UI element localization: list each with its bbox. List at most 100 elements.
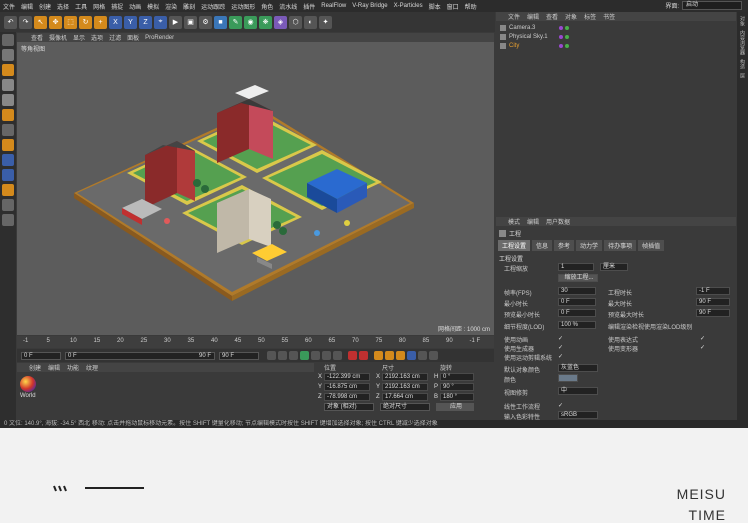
light-icon[interactable]: ✦ [319,15,332,29]
menu-item[interactable]: 雕刻 [183,2,195,11]
timeline-menu-icon[interactable] [429,351,438,360]
menu-item[interactable]: X-Particles [394,3,423,9]
autokey-icon[interactable] [359,351,368,360]
rotate-tool-icon[interactable]: ↻ [79,15,92,29]
menu-item[interactable]: 文件 [3,2,15,11]
camera-icon[interactable]: ◐ [304,15,317,29]
object-menu-item[interactable]: 对象 [565,12,577,21]
object-menu-item[interactable]: 编辑 [527,12,539,21]
last-tool-icon[interactable]: + [94,15,107,29]
object-menu-item[interactable]: 标签 [584,12,596,21]
timeline-ruler[interactable]: -1 5 10 15 20 25 30 35 40 45 50 55 60 65 70 75 80 85 90 -1 … [17,336,494,348]
attribute-tab[interactable]: 信息 [532,240,553,251]
render-dot-icon[interactable] [565,43,569,48]
menu-item[interactable]: V-Ray Bridge [352,3,387,9]
position-field[interactable]: -122.399 cm [324,373,370,381]
edges-mode-icon[interactable] [2,94,14,106]
subdivision-icon[interactable]: ◉ [244,15,257,29]
material-menu-item[interactable]: 功能 [67,363,79,372]
menu-item[interactable]: RealFlow [321,3,346,9]
render-picture-viewer-icon[interactable]: ▣ [184,15,197,29]
prev-key-icon[interactable] [278,351,287,360]
menu-item[interactable]: 模拟 [147,2,159,11]
menu-item[interactable]: 流水线 [279,2,297,11]
object-row[interactable]: Camera.3 [496,23,736,32]
rotation-field[interactable]: 90 ° [440,383,474,391]
scale-tool-icon[interactable]: ⬚ [64,15,77,29]
scale-field[interactable]: 1 [558,263,594,271]
menu-item[interactable]: 脚本 [429,2,441,11]
redo-icon[interactable]: ↷ [19,15,32,29]
apply-button[interactable]: 应用 [436,403,474,411]
select-tool-icon[interactable]: ↖ [34,15,47,29]
cube-icon[interactable]: ■ [214,15,227,29]
check-motion-box[interactable]: ✓ [558,353,563,360]
render-dot-icon[interactable] [565,25,569,30]
check-expression-box[interactable]: ✓ [700,335,705,342]
deformer-icon[interactable]: ◈ [274,15,287,29]
min-time-field[interactable]: 0 F [558,298,596,306]
solo-icon[interactable] [2,184,14,196]
menu-item[interactable]: 运动图形 [231,2,255,11]
grid-icon[interactable] [2,214,14,226]
attribute-menu-item[interactable]: 编辑 [527,217,539,226]
menu-item[interactable]: 渲染 [165,2,177,11]
lod-field[interactable]: 100 % [558,321,596,329]
coordinate-system-icon[interactable]: ⌖ [154,15,167,29]
render-dot-icon[interactable] [565,34,569,39]
visibility-dot-icon[interactable] [559,25,563,30]
preview-min-field[interactable]: 0 F [558,309,596,317]
tweak-icon[interactable] [2,169,14,181]
menu-item[interactable]: 动画 [129,2,141,11]
range-slider[interactable]: 0 F 90 F [65,351,215,360]
next-frame-icon[interactable] [311,351,320,360]
menu-item[interactable]: 窗口 [447,2,459,11]
check-generators-box[interactable]: ✓ [558,344,563,351]
next-key-icon[interactable] [322,351,331,360]
axis-mode-icon[interactable] [2,124,14,136]
key-param-icon[interactable] [407,351,416,360]
menu-item[interactable]: 运动跟踪 [201,2,225,11]
rotation-field[interactable]: 0 ° [440,373,474,381]
model-mode-icon[interactable] [2,49,14,61]
menu-item[interactable]: 创建 [39,2,51,11]
right-strip-tab[interactable]: 层 [739,73,746,78]
right-strip-tab[interactable]: 内容浏览器 [739,30,746,55]
menu-item[interactable]: 插件 [303,2,315,11]
view-clip-dropdown[interactable]: 中 [558,387,598,395]
attribute-tab[interactable]: 帧插值 [638,240,665,251]
material-menu-item[interactable]: 纹理 [86,363,98,372]
check-animation-box[interactable]: ✓ [558,335,563,342]
fps-field[interactable]: 30 [558,287,596,295]
play-icon[interactable] [300,351,309,360]
3d-viewport[interactable]: 查看 摄像机 显示 选项 过滤 面板 ProRender 等角视图 网格间距:… [17,33,494,335]
visibility-dot-icon[interactable] [559,43,563,48]
end-frame-field[interactable]: 90 F [219,351,259,360]
color-swatch[interactable] [558,374,578,382]
make-editable-icon[interactable] [2,34,14,46]
menu-item[interactable]: 工具 [75,2,87,11]
project-time-field[interactable]: -1 F [696,287,730,295]
attribute-menu-item[interactable]: 模式 [508,217,520,226]
scene-icon[interactable]: ⬡ [289,15,302,29]
interface-selector[interactable]: 界面: 启动 [665,1,742,10]
material-world[interactable]: World [20,376,38,402]
right-strip-tab[interactable]: 对象 [739,16,746,26]
size-field[interactable]: 2192.163 cm [382,373,428,381]
coord-mode-dropdown[interactable]: 对象 (相对) [324,403,374,411]
prev-frame-icon[interactable] [289,351,298,360]
object-menu-item[interactable]: 文件 [508,12,520,21]
position-field[interactable]: -78.998 cm [324,393,370,401]
last-frame-icon[interactable] [333,351,342,360]
check-deformers-box[interactable]: ✓ [700,344,705,351]
size-field[interactable]: 17.664 cm [382,393,428,401]
z-axis-icon[interactable]: Z [139,15,152,29]
menu-item[interactable]: 网格 [93,2,105,11]
menu-item[interactable]: 选择 [57,2,69,11]
layer-icon[interactable] [2,199,14,211]
x-axis-icon[interactable]: X [109,15,122,29]
material-menu-item[interactable]: 编辑 [48,363,60,372]
linear-workflow-box[interactable]: ✓ [558,402,563,409]
polygons-mode-icon[interactable] [2,109,14,121]
menu-item[interactable]: 捕捉 [111,2,123,11]
